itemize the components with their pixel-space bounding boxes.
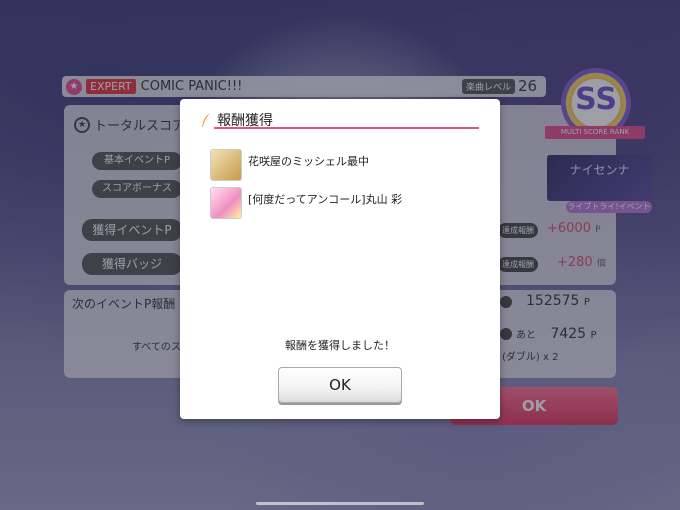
ok-button[interactable]: OK (278, 367, 402, 403)
food-item-icon (210, 149, 242, 181)
reward-name: [何度だってアンコール]丸山 彩 (248, 193, 403, 206)
home-indicator (256, 502, 424, 505)
reward-item: [何度だってアンコール]丸山 彩 (210, 187, 480, 219)
reward-dialog: 報酬獲得 花咲屋のミッシェル最中 [何度だってアンコール]丸山 彩 報酬を獲得し… (180, 99, 500, 419)
reward-name: 花咲屋のミッシェル最中 (248, 155, 369, 168)
title-underline (214, 127, 479, 129)
reward-message: 報酬を獲得しました！ (285, 339, 395, 352)
reward-item: 花咲屋のミッシェル最中 (210, 149, 480, 181)
member-card-icon (210, 187, 242, 219)
feather-icon (202, 113, 210, 127)
